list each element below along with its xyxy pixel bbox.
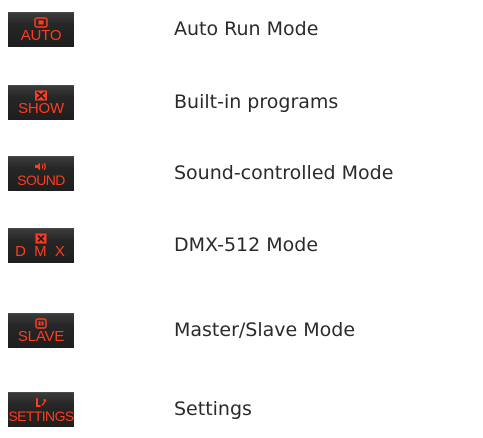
dmx-label: DMX-512 Mode <box>174 234 319 256</box>
settings-label: Settings <box>174 398 252 420</box>
sound-code: SOUND <box>17 172 65 188</box>
dmx-badge: D M X <box>8 228 74 263</box>
auto-badge: AUTO <box>8 12 74 47</box>
mode-row-show: SHOW Built-in programs <box>0 85 483 125</box>
mode-row-settings: SETTINGS Settings <box>0 392 483 432</box>
mode-row-slave: SLAVE Master/Slave Mode <box>0 313 483 353</box>
slave-badge: SLAVE <box>8 313 74 348</box>
show-label: Built-in programs <box>174 91 339 113</box>
auto-label: Auto Run Mode <box>174 18 319 40</box>
slave-label: Master/Slave Mode <box>174 319 356 341</box>
mode-row-sound: SOUND Sound-controlled Mode <box>0 156 483 196</box>
sound-label: Sound-controlled Mode <box>174 162 394 184</box>
dmx-code: D M X <box>15 243 67 260</box>
show-code: SHOW <box>18 100 64 117</box>
show-badge: SHOW <box>8 85 74 120</box>
slave-code: SLAVE <box>17 328 65 345</box>
auto-code: AUTO <box>20 27 62 44</box>
mode-row-auto: AUTO Auto Run Mode <box>0 12 483 52</box>
settings-code: SETTINGS <box>8 408 74 424</box>
settings-badge: SETTINGS <box>8 392 74 427</box>
mode-row-dmx: D M X DMX-512 Mode <box>0 228 483 268</box>
sound-badge: SOUND <box>8 156 74 191</box>
